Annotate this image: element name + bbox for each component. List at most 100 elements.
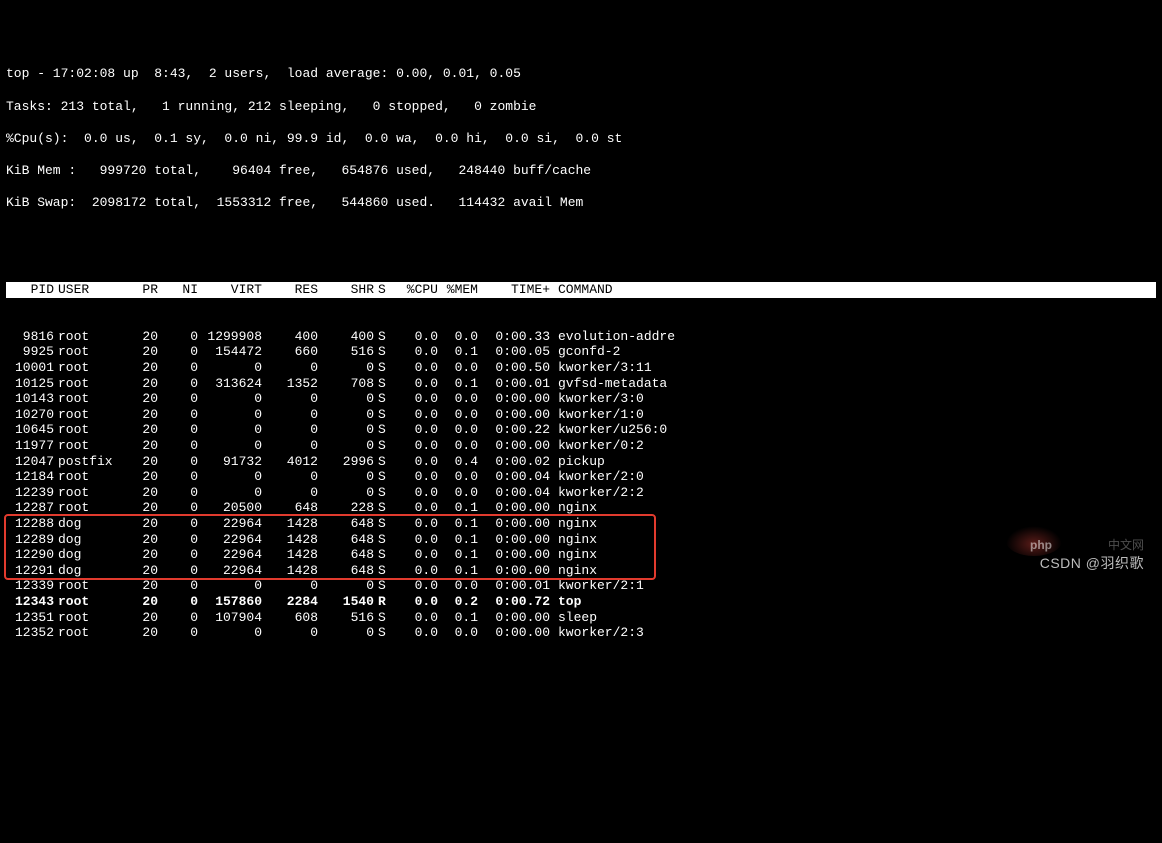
cell-pr: 20: [126, 422, 158, 438]
cell-ni: 0: [158, 516, 198, 532]
cell-pr: 20: [126, 407, 158, 423]
cell-virt: 0: [198, 625, 262, 641]
cell-mem: 0.0: [438, 625, 478, 641]
php-logo-text: php: [1030, 538, 1052, 552]
cell-cpu: 0.0: [390, 578, 438, 594]
cell-pid: 12343: [6, 594, 54, 610]
cell-cmd: gvfsd-metadata: [550, 376, 1156, 392]
cell-user: dog: [54, 547, 126, 563]
cell-pid: 12289: [6, 532, 54, 548]
col-virt: VIRT: [198, 282, 262, 298]
cell-s: R: [374, 594, 390, 610]
cell-cmd: nginx: [550, 500, 1156, 516]
cell-time: 0:00.00: [478, 563, 550, 579]
cell-s: S: [374, 578, 390, 594]
cell-res: 400: [262, 329, 318, 345]
cell-virt: 313624: [198, 376, 262, 392]
cell-virt: 107904: [198, 610, 262, 626]
cell-virt: 0: [198, 407, 262, 423]
cell-cpu: 0.0: [390, 594, 438, 610]
cell-ni: 0: [158, 594, 198, 610]
cell-user: root: [54, 360, 126, 376]
cell-user: root: [54, 610, 126, 626]
cell-pid: 11977: [6, 438, 54, 454]
cell-mem: 0.0: [438, 329, 478, 345]
top-summary-line4: KiB Mem : 999720 total, 96404 free, 6548…: [6, 163, 1156, 179]
cell-shr: 516: [318, 610, 374, 626]
cell-user: root: [54, 500, 126, 516]
cell-cpu: 0.0: [390, 516, 438, 532]
cell-pr: 20: [126, 391, 158, 407]
cell-time: 0:00.02: [478, 454, 550, 470]
cell-time: 0:00.00: [478, 547, 550, 563]
cell-time: 0:00.00: [478, 391, 550, 407]
cell-res: 608: [262, 610, 318, 626]
cell-ni: 0: [158, 610, 198, 626]
cell-pr: 20: [126, 516, 158, 532]
cell-res: 2284: [262, 594, 318, 610]
cell-pr: 20: [126, 578, 158, 594]
cell-ni: 0: [158, 532, 198, 548]
cell-pr: 20: [126, 547, 158, 563]
cell-res: 0: [262, 625, 318, 641]
table-row: 11977root200000S0.00.00:00.00kworker/0:2: [6, 438, 1156, 454]
cell-ni: 0: [158, 360, 198, 376]
cell-ni: 0: [158, 563, 198, 579]
cell-ni: 0: [158, 344, 198, 360]
cell-cmd: nginx: [550, 516, 1156, 532]
cell-virt: 0: [198, 360, 262, 376]
cell-cpu: 0.0: [390, 563, 438, 579]
col-cpu: %CPU: [390, 282, 438, 298]
cell-ni: 0: [158, 329, 198, 345]
cell-pr: 20: [126, 360, 158, 376]
col-cmd: COMMAND: [550, 282, 1156, 298]
cell-shr: 708: [318, 376, 374, 392]
cell-virt: 0: [198, 578, 262, 594]
cell-pr: 20: [126, 610, 158, 626]
cell-virt: 22964: [198, 516, 262, 532]
cell-s: S: [374, 407, 390, 423]
cell-virt: 0: [198, 391, 262, 407]
cell-time: 0:00.22: [478, 422, 550, 438]
cell-cmd: kworker/0:2: [550, 438, 1156, 454]
cell-cpu: 0.0: [390, 407, 438, 423]
cell-mem: 0.1: [438, 563, 478, 579]
table-row: 12352root200000S0.00.00:00.00kworker/2:3: [6, 625, 1156, 641]
cell-shr: 0: [318, 469, 374, 485]
table-row: 12289dog200229641428648S0.00.10:00.00ngi…: [6, 532, 1156, 548]
table-row: 10270root200000S0.00.00:00.00kworker/1:0: [6, 407, 1156, 423]
cell-cmd: kworker/2:0: [550, 469, 1156, 485]
cell-shr: 0: [318, 422, 374, 438]
table-row: 12288dog200229641428648S0.00.10:00.00ngi…: [6, 516, 1156, 532]
table-row: 10645root200000S0.00.00:00.22kworker/u25…: [6, 422, 1156, 438]
cell-cpu: 0.0: [390, 500, 438, 516]
cell-user: root: [54, 329, 126, 345]
cell-cmd: evolution-addre: [550, 329, 1156, 345]
cell-pid: 10270: [6, 407, 54, 423]
cell-pr: 20: [126, 469, 158, 485]
cell-ni: 0: [158, 578, 198, 594]
cell-shr: 648: [318, 563, 374, 579]
cell-cpu: 0.0: [390, 532, 438, 548]
table-row: 12291dog200229641428648S0.00.10:00.00ngi…: [6, 563, 1156, 579]
cell-mem: 0.0: [438, 422, 478, 438]
cell-pid: 10001: [6, 360, 54, 376]
cell-shr: 0: [318, 391, 374, 407]
cell-cpu: 0.0: [390, 454, 438, 470]
col-time: TIME+: [478, 282, 550, 298]
cell-s: S: [374, 376, 390, 392]
cell-pr: 20: [126, 485, 158, 501]
cell-s: S: [374, 438, 390, 454]
cell-user: root: [54, 469, 126, 485]
cell-pid: 12239: [6, 485, 54, 501]
cell-virt: 0: [198, 422, 262, 438]
cell-cmd: kworker/2:2: [550, 485, 1156, 501]
cell-user: dog: [54, 516, 126, 532]
cell-pid: 12351: [6, 610, 54, 626]
cell-mem: 0.0: [438, 438, 478, 454]
cell-pid: 12291: [6, 563, 54, 579]
cell-mem: 0.1: [438, 500, 478, 516]
cell-res: 648: [262, 500, 318, 516]
cell-s: S: [374, 516, 390, 532]
cell-time: 0:00.00: [478, 407, 550, 423]
